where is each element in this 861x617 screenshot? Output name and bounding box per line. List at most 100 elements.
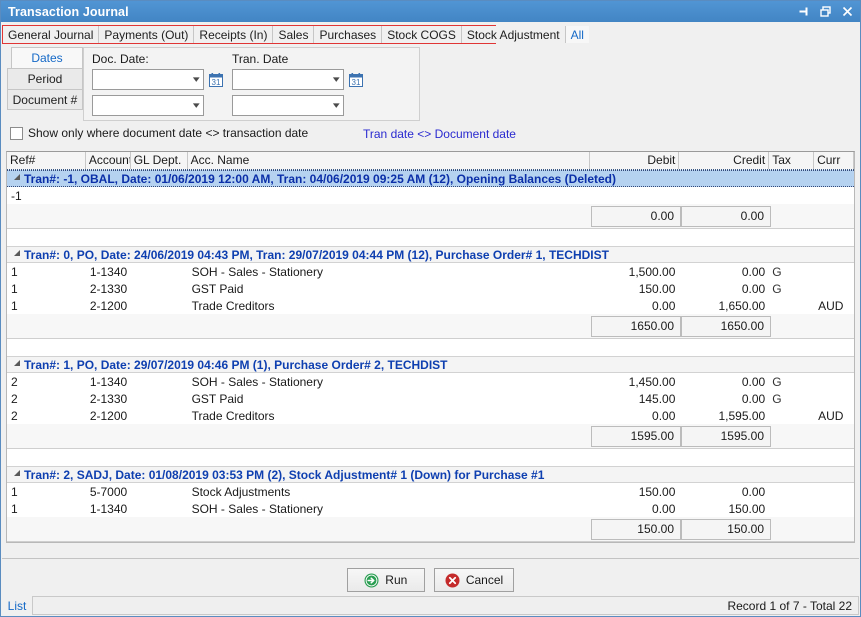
cell-acc-name: SOH - Sales - Stationery: [191, 501, 323, 516]
tab-all[interactable]: All: [565, 26, 589, 43]
tab-payments-out[interactable]: Payments (Out): [99, 26, 195, 43]
show-only-mismatch-checkbox[interactable]: [10, 126, 23, 140]
transaction-grid: Ref# Account GL Dept. Acc. Name Debit Cr…: [6, 151, 855, 543]
table-row[interactable]: 2 1-1340 SOH - Sales - Stationery 1,450.…: [7, 373, 854, 390]
tab-general-journal[interactable]: General Journal: [3, 26, 100, 43]
window-buttons: [793, 2, 858, 21]
table-row[interactable]: 1 2-1330 GST Paid 150.00 0.00 G: [7, 280, 854, 297]
group-subtotal-row: 1595.00 1595.00: [7, 424, 854, 449]
cancel-button-label: Cancel: [465, 573, 504, 587]
cell-credit: 0.00: [741, 374, 766, 389]
cell-account: 2-1200: [89, 408, 128, 423]
cell-ref: -1: [11, 188, 22, 203]
status-list-button[interactable]: List: [2, 596, 32, 615]
column-header-debit[interactable]: Debit: [590, 152, 680, 169]
vtab-document-number[interactable]: Document #: [7, 89, 83, 110]
doc-date-from-input[interactable]: ▾: [92, 69, 204, 90]
cell-acc-name: Trade Creditors: [191, 298, 275, 313]
table-row[interactable]: 2 2-1200 Trade Creditors 0.00 1,595.00 A…: [7, 407, 854, 424]
pin-icon[interactable]: [793, 2, 814, 21]
group-header-row[interactable]: Tran#: 2, SADJ, Date: 01/08/2019 03:53 P…: [7, 466, 854, 483]
tabstrip-container: General Journal Payments (Out) Receipts …: [1, 22, 860, 44]
tran-date-from-input[interactable]: ▾: [232, 69, 344, 90]
cell-tax: G: [772, 281, 782, 296]
column-header-account[interactable]: Account: [86, 152, 131, 169]
column-header-ref[interactable]: Ref#: [7, 152, 86, 169]
cell-acc-name: Stock Adjustments: [191, 484, 291, 499]
subtotal-debit: 0.00: [591, 205, 681, 227]
doc-date-to-row: ▾: [92, 95, 223, 116]
vtab-period[interactable]: Period: [7, 68, 83, 89]
vtab-dates[interactable]: Dates: [11, 47, 83, 68]
cancel-button[interactable]: Cancel: [433, 568, 515, 592]
cancel-icon: [445, 573, 460, 588]
cell-account: 2-1330: [89, 391, 128, 406]
cell-ref: 2: [11, 408, 18, 423]
date-filter-box: Doc. Date: ▾ 31 ▾ Tran. Date ▾ 31 ▾: [83, 47, 420, 121]
cell-credit: 0.00: [741, 281, 766, 296]
show-only-mismatch-label: Show only where document date <> transac…: [28, 126, 309, 140]
doc-date-to-input[interactable]: ▾: [92, 95, 204, 116]
cell-ref: 1: [11, 501, 18, 516]
filter-vertical-tabs: Dates Period Document #: [7, 47, 83, 110]
cell-tax: G: [772, 264, 782, 279]
group-spacer: [7, 229, 854, 246]
group-header-row[interactable]: Tran#: 0, PO, Date: 24/06/2019 04:43 PM,…: [7, 246, 854, 263]
filter-panel: Dates Period Document # Doc. Date: ▾ 31 …: [1, 47, 860, 123]
column-header-tax[interactable]: Tax: [769, 152, 815, 169]
calendar-icon[interactable]: 31: [209, 72, 223, 87]
column-header-gl-dept[interactable]: GL Dept.: [131, 152, 188, 169]
svg-text:31: 31: [212, 78, 221, 87]
run-icon: [364, 573, 379, 588]
cell-ref: 2: [11, 374, 18, 389]
cell-curr: AUD: [818, 408, 844, 423]
tab-stock-cogs[interactable]: Stock COGS: [382, 26, 462, 43]
cell-account: 1-1340: [89, 264, 128, 279]
journal-tabstrip: General Journal Payments (Out) Receipts …: [2, 25, 589, 44]
grid-header-row: Ref# Account GL Dept. Acc. Name Debit Cr…: [7, 152, 854, 170]
subtotal-credit: 1650.00: [681, 315, 771, 337]
expander-icon[interactable]: [11, 250, 24, 259]
close-icon[interactable]: [837, 2, 858, 21]
cell-debit: 0.00: [652, 501, 676, 516]
expander-icon[interactable]: [11, 360, 24, 369]
cell-credit: 0.00: [741, 264, 766, 279]
cell-ref: 2: [11, 391, 18, 406]
calendar-icon[interactable]: 31: [349, 72, 363, 87]
column-header-acc-name[interactable]: Acc. Name: [188, 152, 590, 169]
table-row[interactable]: 2 2-1330 GST Paid 145.00 0.00 G: [7, 390, 854, 407]
group-header-row[interactable]: Tran#: 1, PO, Date: 29/07/2019 04:46 PM …: [7, 356, 854, 373]
expander-icon[interactable]: [11, 470, 24, 479]
tran-vs-document-date-link[interactable]: Tran date <> Document date: [363, 127, 516, 141]
tab-stock-adjustment[interactable]: Stock Adjustment: [461, 26, 566, 43]
tab-purchases[interactable]: Purchases: [314, 26, 383, 43]
table-row[interactable]: -1: [7, 187, 854, 204]
table-row[interactable]: 1 2-1200 Trade Creditors 0.00 1,650.00 A…: [7, 297, 854, 314]
group-spacer: [7, 449, 854, 466]
cell-credit: 0.00: [741, 484, 766, 499]
status-record-info: Record 1 of 7 - Total 22: [32, 596, 859, 615]
group-subtotal-row: 1650.00 1650.00: [7, 314, 854, 339]
svg-text:31: 31: [352, 78, 361, 87]
column-header-curr[interactable]: Curr: [814, 152, 854, 169]
cell-account: 1-1340: [89, 374, 128, 389]
group-header-row[interactable]: Tran#: -1, OBAL, Date: 01/06/2019 12:00 …: [7, 170, 854, 187]
tran-date-to-input[interactable]: ▾: [232, 95, 344, 116]
cell-tax: G: [772, 374, 782, 389]
tab-receipts-in[interactable]: Receipts (In): [194, 26, 274, 43]
restore-icon[interactable]: [815, 2, 836, 21]
expander-icon[interactable]: [11, 174, 24, 183]
table-row[interactable]: 1 1-1340 SOH - Sales - Stationery 0.00 1…: [7, 500, 854, 517]
window-titlebar: Transaction Journal: [1, 1, 860, 22]
run-button[interactable]: Run: [346, 568, 425, 592]
table-row[interactable]: 1 1-1340 SOH - Sales - Stationery 1,500.…: [7, 263, 854, 280]
group-spacer: [7, 339, 854, 356]
cell-acc-name: Trade Creditors: [191, 408, 275, 423]
tab-sales[interactable]: Sales: [273, 26, 315, 43]
column-header-credit[interactable]: Credit: [679, 152, 770, 169]
table-row[interactable]: 1 5-7000 Stock Adjustments 150.00 0.00: [7, 483, 854, 500]
tran-date-to-row: ▾: [232, 95, 363, 116]
show-only-mismatch-checkbox-wrap[interactable]: Show only where document date <> transac…: [10, 126, 308, 140]
options-row: Show only where document date <> transac…: [1, 125, 860, 145]
transaction-journal-window: Transaction Journal General Journal Paym…: [0, 0, 861, 617]
